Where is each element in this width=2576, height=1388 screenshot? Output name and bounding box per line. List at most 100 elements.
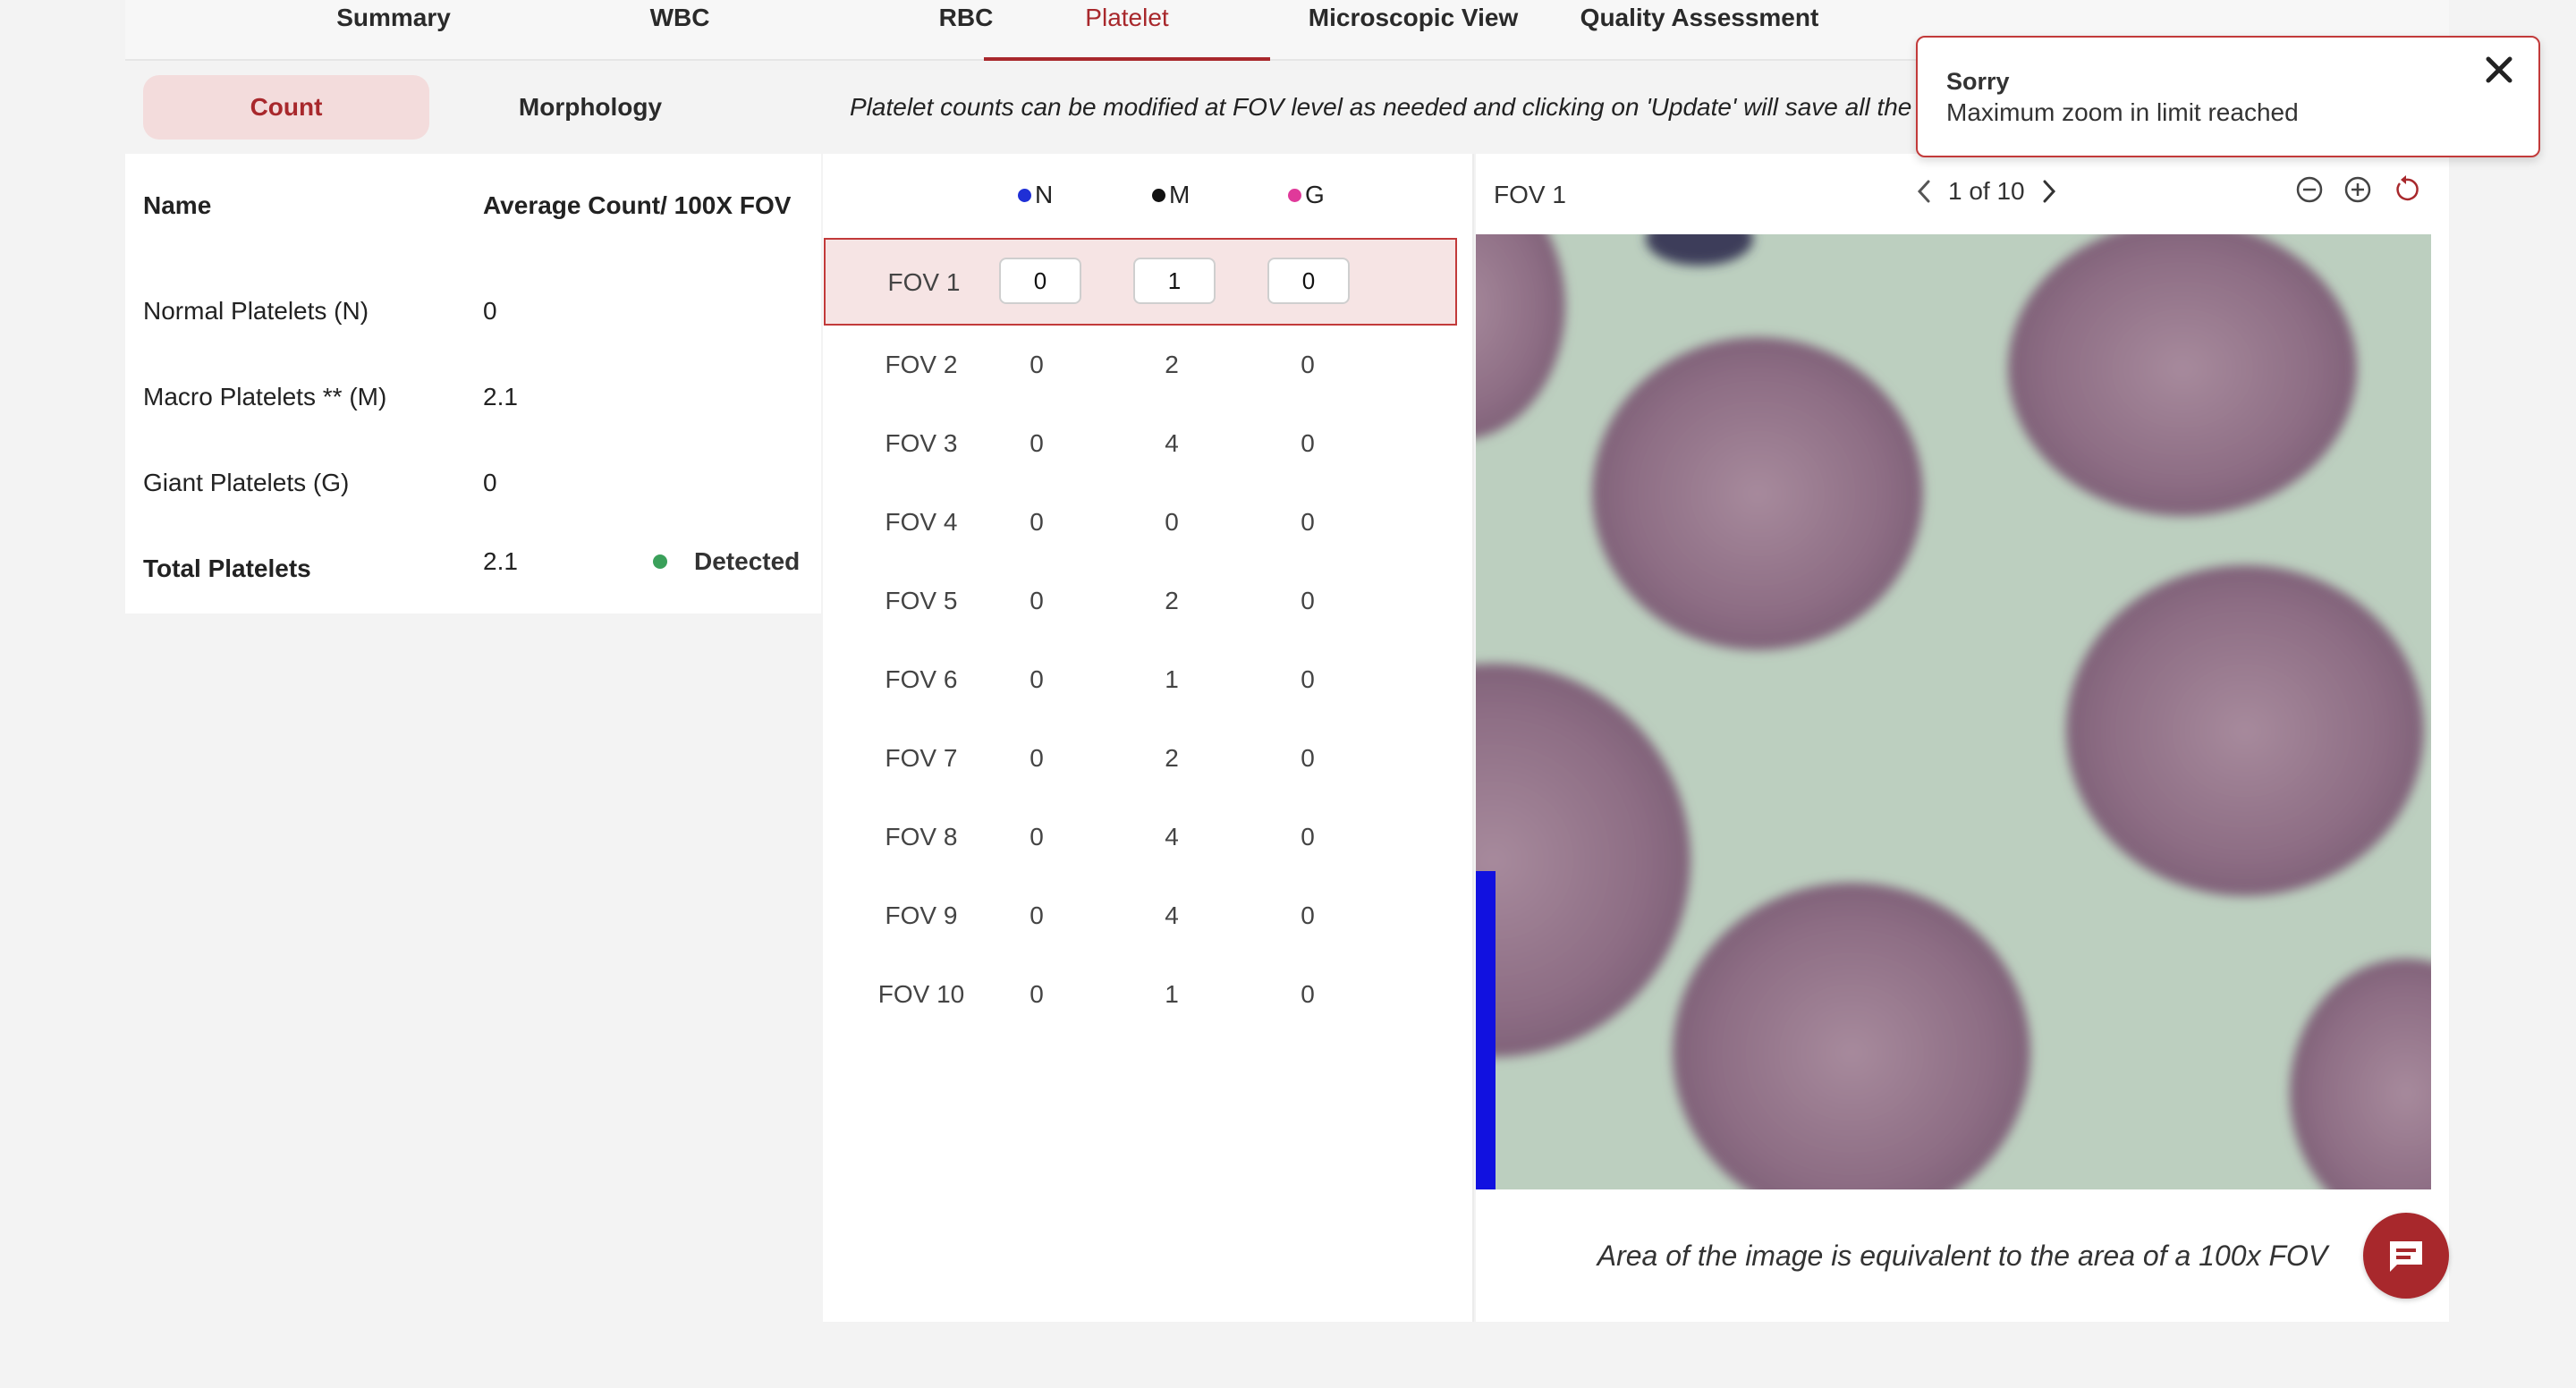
n-count: 0 — [1030, 587, 1044, 614]
n-count-input[interactable] — [999, 258, 1081, 304]
row-value: 0 — [483, 469, 497, 496]
n-count: 0 — [1030, 508, 1044, 536]
fov-label: FOV 1 — [887, 268, 961, 296]
header-average-count: Average Count/ 100X FOV — [483, 191, 792, 219]
n-count: 0 — [1030, 665, 1044, 693]
fov-label: FOV 7 — [885, 744, 958, 772]
total-value: 2.1 — [483, 547, 518, 575]
g-count: 0 — [1301, 901, 1315, 929]
legend-m: M — [1152, 181, 1190, 209]
fov-label: FOV 9 — [885, 901, 958, 929]
fov-row[interactable]: FOV 4 0 0 0 — [823, 483, 1456, 562]
viewer-toolbar: FOV 1 1 of 10 — [1476, 154, 2449, 234]
m-count: 2 — [1165, 744, 1179, 772]
row-name: Giant Platelets (G) — [143, 469, 350, 496]
n-count: 0 — [1030, 823, 1044, 851]
subtab-morphology[interactable]: Morphology — [447, 75, 733, 140]
legend-label: G — [1305, 181, 1325, 208]
row-name: Macro Platelets ** (M) — [143, 383, 387, 410]
row-value: 2.1 — [483, 383, 518, 410]
fov-row[interactable]: FOV 2 0 2 0 — [823, 326, 1456, 404]
status-label: Detected — [694, 547, 801, 575]
fov-row[interactable]: FOV 3 0 4 0 — [823, 404, 1456, 483]
g-count: 0 — [1301, 351, 1315, 378]
g-count: 0 — [1301, 823, 1315, 851]
fov-pager: 1 of 10 — [1914, 177, 2059, 206]
chat-icon — [2390, 1241, 2422, 1272]
g-count: 0 — [1301, 508, 1315, 536]
fov-row[interactable]: FOV 5 0 2 0 — [823, 562, 1456, 640]
fov-label: FOV 4 — [885, 508, 958, 536]
fov-row[interactable]: FOV 10 0 1 0 — [823, 955, 1456, 1034]
zoom-controls — [2293, 174, 2422, 206]
m-count: 1 — [1165, 980, 1179, 1008]
g-count-input[interactable] — [1267, 258, 1350, 304]
fov-row[interactable]: FOV 8 0 4 0 — [823, 798, 1456, 876]
tab-summary[interactable]: Summary — [250, 0, 537, 61]
tab-quality-assessment[interactable]: Quality Assessment — [1556, 0, 1843, 61]
row-value: 0 — [483, 297, 497, 325]
g-count: 0 — [1301, 429, 1315, 457]
fov-count-table: N M G FOV 1 FOV 2 0 2 0 FOV 3 0 4 0 FOV … — [823, 154, 1474, 1322]
n-dot-icon — [1018, 188, 1031, 202]
tab-platelet[interactable]: Platelet — [984, 0, 1270, 61]
fov-label: FOV 5 — [885, 587, 958, 614]
fov-label: FOV 10 — [877, 980, 965, 1008]
platelet-summary-panel: Name Average Count/ 100X FOV Normal Plat… — [125, 154, 821, 614]
zoom-in-icon[interactable] — [2342, 174, 2374, 206]
chevron-right-icon[interactable] — [2039, 178, 2059, 205]
reset-zoom-icon[interactable] — [2390, 174, 2422, 206]
toast-message: Maximum zoom in limit reached — [1946, 98, 2299, 126]
subtab-count[interactable]: Count — [143, 75, 429, 140]
g-count: 0 — [1301, 665, 1315, 693]
close-icon[interactable] — [2479, 50, 2519, 89]
tab-microscopic-view[interactable]: Microscopic View — [1270, 0, 1556, 61]
fov-title: FOV 1 — [1494, 181, 1566, 208]
blood-smear-image — [1476, 234, 2431, 1189]
m-count-input[interactable] — [1133, 258, 1216, 304]
pager-text: 1 of 10 — [1948, 177, 2025, 205]
g-count: 0 — [1301, 980, 1315, 1008]
fov-row[interactable]: FOV 9 0 4 0 — [823, 876, 1456, 955]
legend-n: N — [1018, 181, 1053, 209]
legend-label: M — [1169, 181, 1191, 208]
toast-title: Sorry — [1946, 68, 2010, 95]
tab-wbc[interactable]: WBC — [537, 0, 823, 61]
fov-image-viewer: FOV 1 1 of 10 Area of the image is equiv… — [1476, 154, 2449, 1322]
header-name: Name — [143, 191, 212, 219]
n-count: 0 — [1030, 351, 1044, 378]
g-dot-icon — [1288, 188, 1301, 202]
detected-status: Detected — [653, 547, 800, 576]
m-count: 0 — [1165, 508, 1179, 536]
n-count: 0 — [1030, 980, 1044, 1008]
status-dot-icon — [653, 554, 667, 569]
m-count: 4 — [1165, 429, 1179, 457]
g-count: 0 — [1301, 587, 1315, 614]
m-count: 2 — [1165, 587, 1179, 614]
chevron-left-icon[interactable] — [1914, 178, 1934, 205]
fov-row-selected[interactable]: FOV 1 — [824, 238, 1457, 326]
legend-label: N — [1035, 181, 1054, 208]
m-count: 4 — [1165, 823, 1179, 851]
legend-g: G — [1288, 181, 1325, 209]
n-count: 0 — [1030, 429, 1044, 457]
fov-label: FOV 6 — [885, 665, 958, 693]
microscope-image[interactable] — [1476, 234, 2431, 1189]
m-count: 2 — [1165, 351, 1179, 378]
fov-label: FOV 3 — [885, 429, 958, 457]
g-count: 0 — [1301, 744, 1315, 772]
subtab-bar: Count Morphology — [125, 63, 821, 152]
image-caption: Area of the image is equivalent to the a… — [1597, 1240, 2328, 1272]
m-count: 4 — [1165, 901, 1179, 929]
n-count: 0 — [1030, 744, 1044, 772]
row-name: Normal Platelets (N) — [143, 297, 369, 325]
total-name: Total Platelets — [143, 554, 311, 582]
chat-button[interactable] — [2363, 1213, 2449, 1299]
toast-notification: Sorry Maximum zoom in limit reached — [1916, 36, 2540, 157]
n-count: 0 — [1030, 901, 1044, 929]
fov-label: FOV 2 — [885, 351, 958, 378]
m-count: 1 — [1165, 665, 1179, 693]
fov-row[interactable]: FOV 7 0 2 0 — [823, 719, 1456, 798]
zoom-out-icon[interactable] — [2293, 174, 2326, 206]
fov-row[interactable]: FOV 6 0 1 0 — [823, 640, 1456, 719]
